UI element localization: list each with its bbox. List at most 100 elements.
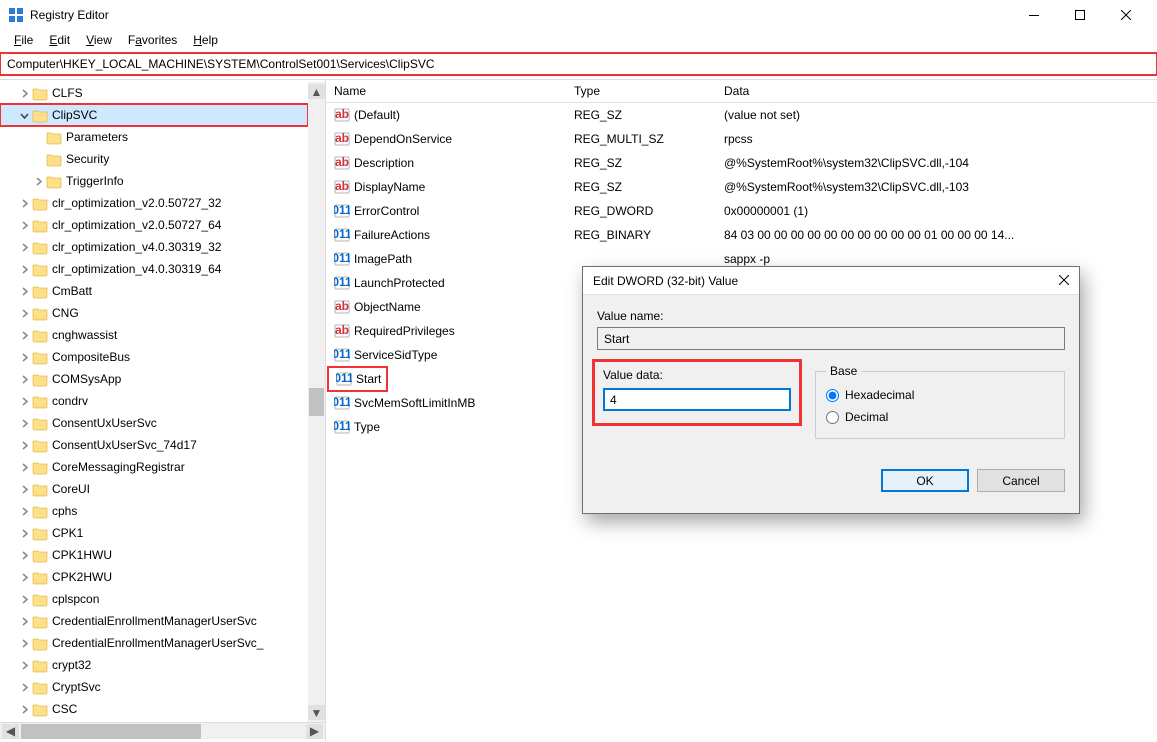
radio-hexadecimal[interactable]: Hexadecimal <box>826 384 1054 406</box>
maximize-button[interactable] <box>1057 0 1103 30</box>
tree-item-label: Security <box>66 152 109 166</box>
tree-item[interactable]: cphs <box>0 500 308 522</box>
tree-item[interactable]: CPK2HWU <box>0 566 308 588</box>
tree-vertical-scrollbar[interactable]: ▲ ▼ <box>308 82 325 722</box>
value-name: ObjectName <box>354 300 421 314</box>
value-name: Start <box>356 372 381 386</box>
svg-text:ab: ab <box>335 179 349 193</box>
dialog-close-button[interactable] <box>1059 274 1069 288</box>
ok-button[interactable]: OK <box>881 469 969 492</box>
list-row[interactable]: 011FailureActionsREG_BINARY84 03 00 00 0… <box>326 223 1157 247</box>
tree-horizontal-scrollbar[interactable]: ◀ ▶ <box>0 722 325 739</box>
value-type: REG_SZ <box>574 180 724 194</box>
tree-item[interactable]: CoreMessagingRegistrar <box>0 456 308 478</box>
cancel-button[interactable]: Cancel <box>977 469 1065 492</box>
tree-item-label: CPK1HWU <box>52 548 112 562</box>
value-data: 0x00000001 (1) <box>724 204 1157 218</box>
menu-file[interactable]: File <box>6 31 41 49</box>
menu-help[interactable]: Help <box>185 31 226 49</box>
base-fieldset: Base Hexadecimal Decimal <box>815 364 1065 439</box>
value-name: (Default) <box>354 108 400 122</box>
column-header-data[interactable]: Data <box>724 84 1157 98</box>
value-name: Description <box>354 156 414 170</box>
tree-item[interactable]: ConsentUxUserSvc_74d17 <box>0 434 308 456</box>
tree-item[interactable]: CmBatt <box>0 280 308 302</box>
tree-item-label: CPK1 <box>52 526 83 540</box>
tree-item-label: CLFS <box>52 86 83 100</box>
value-name: ErrorControl <box>354 204 419 218</box>
svg-text:011: 011 <box>334 227 350 241</box>
tree-item[interactable]: CLFS <box>0 82 308 104</box>
tree-item[interactable]: Parameters <box>0 126 308 148</box>
tree-item[interactable]: cplspcon <box>0 588 308 610</box>
value-name: LaunchProtected <box>354 276 445 290</box>
tree-item[interactable]: CredentialEnrollmentManagerUserSvc_ <box>0 632 308 654</box>
tree-item-label: clr_optimization_v2.0.50727_64 <box>52 218 221 232</box>
tree-item[interactable]: CompositeBus <box>0 346 308 368</box>
radio-hexadecimal-input[interactable] <box>826 389 839 402</box>
column-header-name[interactable]: Name <box>326 84 574 98</box>
menu-favorites[interactable]: Favorites <box>120 31 185 49</box>
tree-panel: CLFS ClipSVC Parameters Security TriggerInfo… <box>0 80 326 741</box>
edit-dword-dialog: Edit DWORD (32-bit) Value Value name: Va… <box>582 266 1080 514</box>
tree-item[interactable]: CryptSvc <box>0 676 308 698</box>
tree-item-label: CoreUI <box>52 482 90 496</box>
tree-item[interactable]: COMSysApp <box>0 368 308 390</box>
tree-item[interactable]: CNG <box>0 302 308 324</box>
close-button[interactable] <box>1103 0 1149 30</box>
tree-item-label: CNG <box>52 306 79 320</box>
tree-item-label: Parameters <box>66 130 128 144</box>
tree-item[interactable]: clr_optimization_v4.0.30319_32 <box>0 236 308 258</box>
tree-item[interactable]: CSC <box>0 698 308 720</box>
value-name: DisplayName <box>354 180 425 194</box>
tree-item-label: CredentialEnrollmentManagerUserSvc_ <box>52 636 263 650</box>
tree-item-label: CSC <box>52 702 77 716</box>
value-data-label: Value data: <box>603 368 791 382</box>
tree-item[interactable]: cnghwassist <box>0 324 308 346</box>
tree-item-label: CompositeBus <box>52 350 130 364</box>
address-bar[interactable] <box>0 53 1157 75</box>
value-name: ServiceSidType <box>354 348 437 362</box>
tree-item[interactable]: CPK1HWU <box>0 544 308 566</box>
tree-item-label: COMSysApp <box>52 372 121 386</box>
svg-text:011: 011 <box>334 251 350 265</box>
list-row[interactable]: 011ErrorControlREG_DWORD0x00000001 (1) <box>326 199 1157 223</box>
base-legend: Base <box>826 364 861 378</box>
list-row[interactable]: 011Start <box>328 367 387 391</box>
value-data-input[interactable] <box>603 388 791 411</box>
tree-item[interactable]: CoreUI <box>0 478 308 500</box>
value-name-input[interactable] <box>597 327 1065 350</box>
menu-view[interactable]: View <box>78 31 120 49</box>
radio-decimal-input[interactable] <box>826 411 839 424</box>
list-row[interactable]: abDescriptionREG_SZ@%SystemRoot%\system3… <box>326 151 1157 175</box>
column-header-type[interactable]: Type <box>574 84 724 98</box>
tree-item-label: ConsentUxUserSvc_74d17 <box>52 438 197 452</box>
tree-item[interactable]: TriggerInfo <box>0 170 308 192</box>
value-data: 84 03 00 00 00 00 00 00 00 00 00 00 01 0… <box>724 228 1157 242</box>
tree-item[interactable]: clr_optimization_v2.0.50727_32 <box>0 192 308 214</box>
svg-text:ab: ab <box>335 323 349 337</box>
minimize-button[interactable] <box>1011 0 1057 30</box>
tree-item[interactable]: CPK1 <box>0 522 308 544</box>
list-row[interactable]: abDependOnServiceREG_MULTI_SZrpcss <box>326 127 1157 151</box>
tree-item[interactable]: condrv <box>0 390 308 412</box>
window-title: Registry Editor <box>30 8 1011 22</box>
tree-item[interactable]: clr_optimization_v4.0.30319_64 <box>0 258 308 280</box>
tree-item-label: clr_optimization_v2.0.50727_32 <box>52 196 221 210</box>
tree-item[interactable]: ConsentUxUserSvc <box>0 412 308 434</box>
menu-edit[interactable]: Edit <box>41 31 78 49</box>
tree-item[interactable]: crypt32 <box>0 654 308 676</box>
list-row[interactable]: abDisplayNameREG_SZ@%SystemRoot%\system3… <box>326 175 1157 199</box>
tree-item-label: cphs <box>52 504 77 518</box>
tree-item-label: CredentialEnrollmentManagerUserSvc <box>52 614 257 628</box>
app-icon <box>8 7 24 23</box>
tree-item-label: clr_optimization_v4.0.30319_32 <box>52 240 221 254</box>
tree-item[interactable]: Security <box>0 148 308 170</box>
tree-item[interactable]: clr_optimization_v2.0.50727_64 <box>0 214 308 236</box>
tree-item[interactable]: ClipSVC <box>0 104 308 126</box>
svg-text:ab: ab <box>335 299 349 313</box>
radio-decimal[interactable]: Decimal <box>826 406 1054 428</box>
tree-item[interactable]: CredentialEnrollmentManagerUserSvc <box>0 610 308 632</box>
list-row[interactable]: ab(Default)REG_SZ(value not set) <box>326 103 1157 127</box>
tree-item-label: clr_optimization_v4.0.30319_64 <box>52 262 221 276</box>
